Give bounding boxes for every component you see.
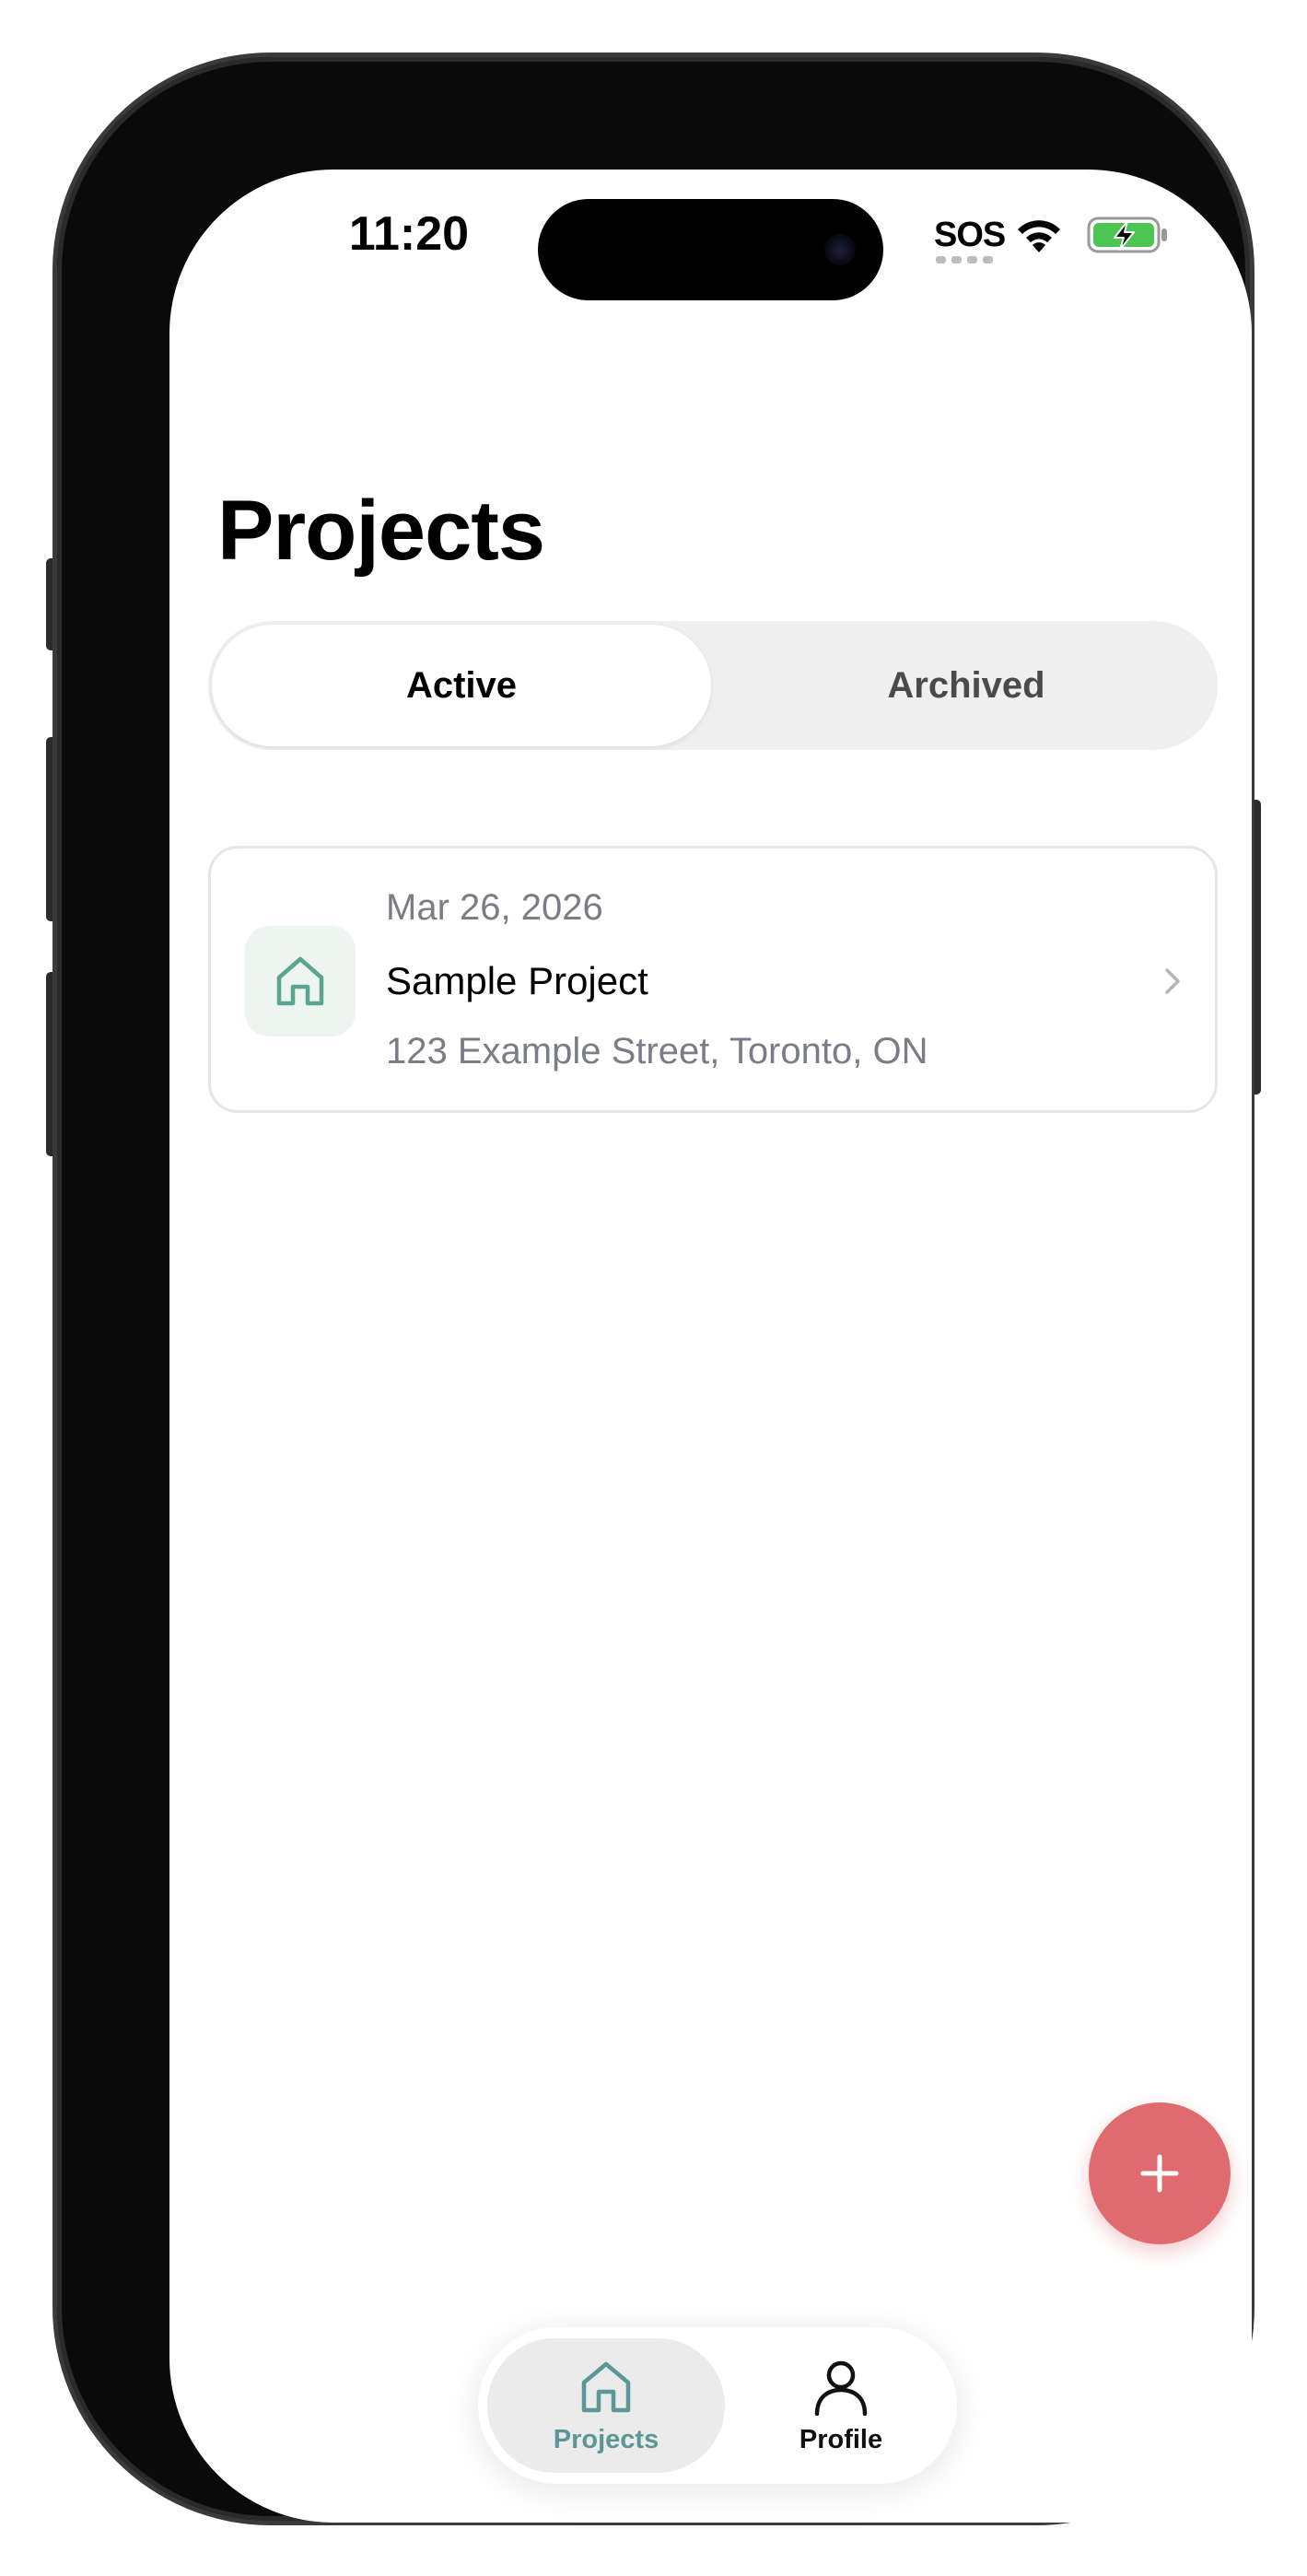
user-icon: [814, 2360, 868, 2416]
page-title: Projects: [217, 484, 545, 578]
home-icon: [276, 956, 324, 1006]
status-time: 11:20: [348, 207, 470, 261]
segment-active[interactable]: Active: [212, 621, 711, 750]
project-name: Sample Project: [386, 959, 648, 1002]
project-icon-container: [245, 926, 356, 1036]
signal-dots-icon: [936, 256, 993, 263]
tab-profile[interactable]: Profile: [734, 2338, 948, 2473]
phone-frame: 11:20 SOS Projects Active Archived Mar 2…: [57, 57, 1252, 2523]
project-address: 123 Example Street, Toronto, ON: [386, 1031, 928, 1071]
tab-profile-label: Profile: [799, 2425, 883, 2454]
segment-archived[interactable]: Archived: [715, 621, 1218, 750]
status-segmented-control: Active Archived: [208, 621, 1218, 750]
battery-charging-icon: [1087, 217, 1167, 253]
add-project-button[interactable]: [1089, 2102, 1231, 2244]
project-date: Mar 26, 2026: [386, 887, 603, 928]
volume-up-button: [46, 737, 57, 921]
project-card[interactable]: Mar 26, 2026 Sample Project 123 Example …: [208, 846, 1218, 1113]
plus-icon: [1140, 2154, 1179, 2193]
chevron-right-icon: [1165, 968, 1180, 994]
front-camera-icon: [824, 234, 856, 265]
action-button: [46, 558, 57, 650]
page: 11:20 SOS Projects Active Archived Mar 2…: [0, 0, 1307, 2576]
bottom-tab-bar: Projects Profile: [478, 2327, 957, 2484]
app-screen: 11:20 SOS Projects Active Archived Mar 2…: [169, 170, 1252, 2523]
home-icon: [581, 2361, 631, 2413]
wifi-icon: [1018, 220, 1060, 252]
volume-down-button: [46, 972, 57, 1156]
tab-projects[interactable]: Projects: [487, 2338, 725, 2473]
dynamic-island: [538, 199, 883, 300]
tab-projects-label: Projects: [553, 2425, 659, 2454]
sos-indicator: SOS: [934, 216, 1006, 254]
